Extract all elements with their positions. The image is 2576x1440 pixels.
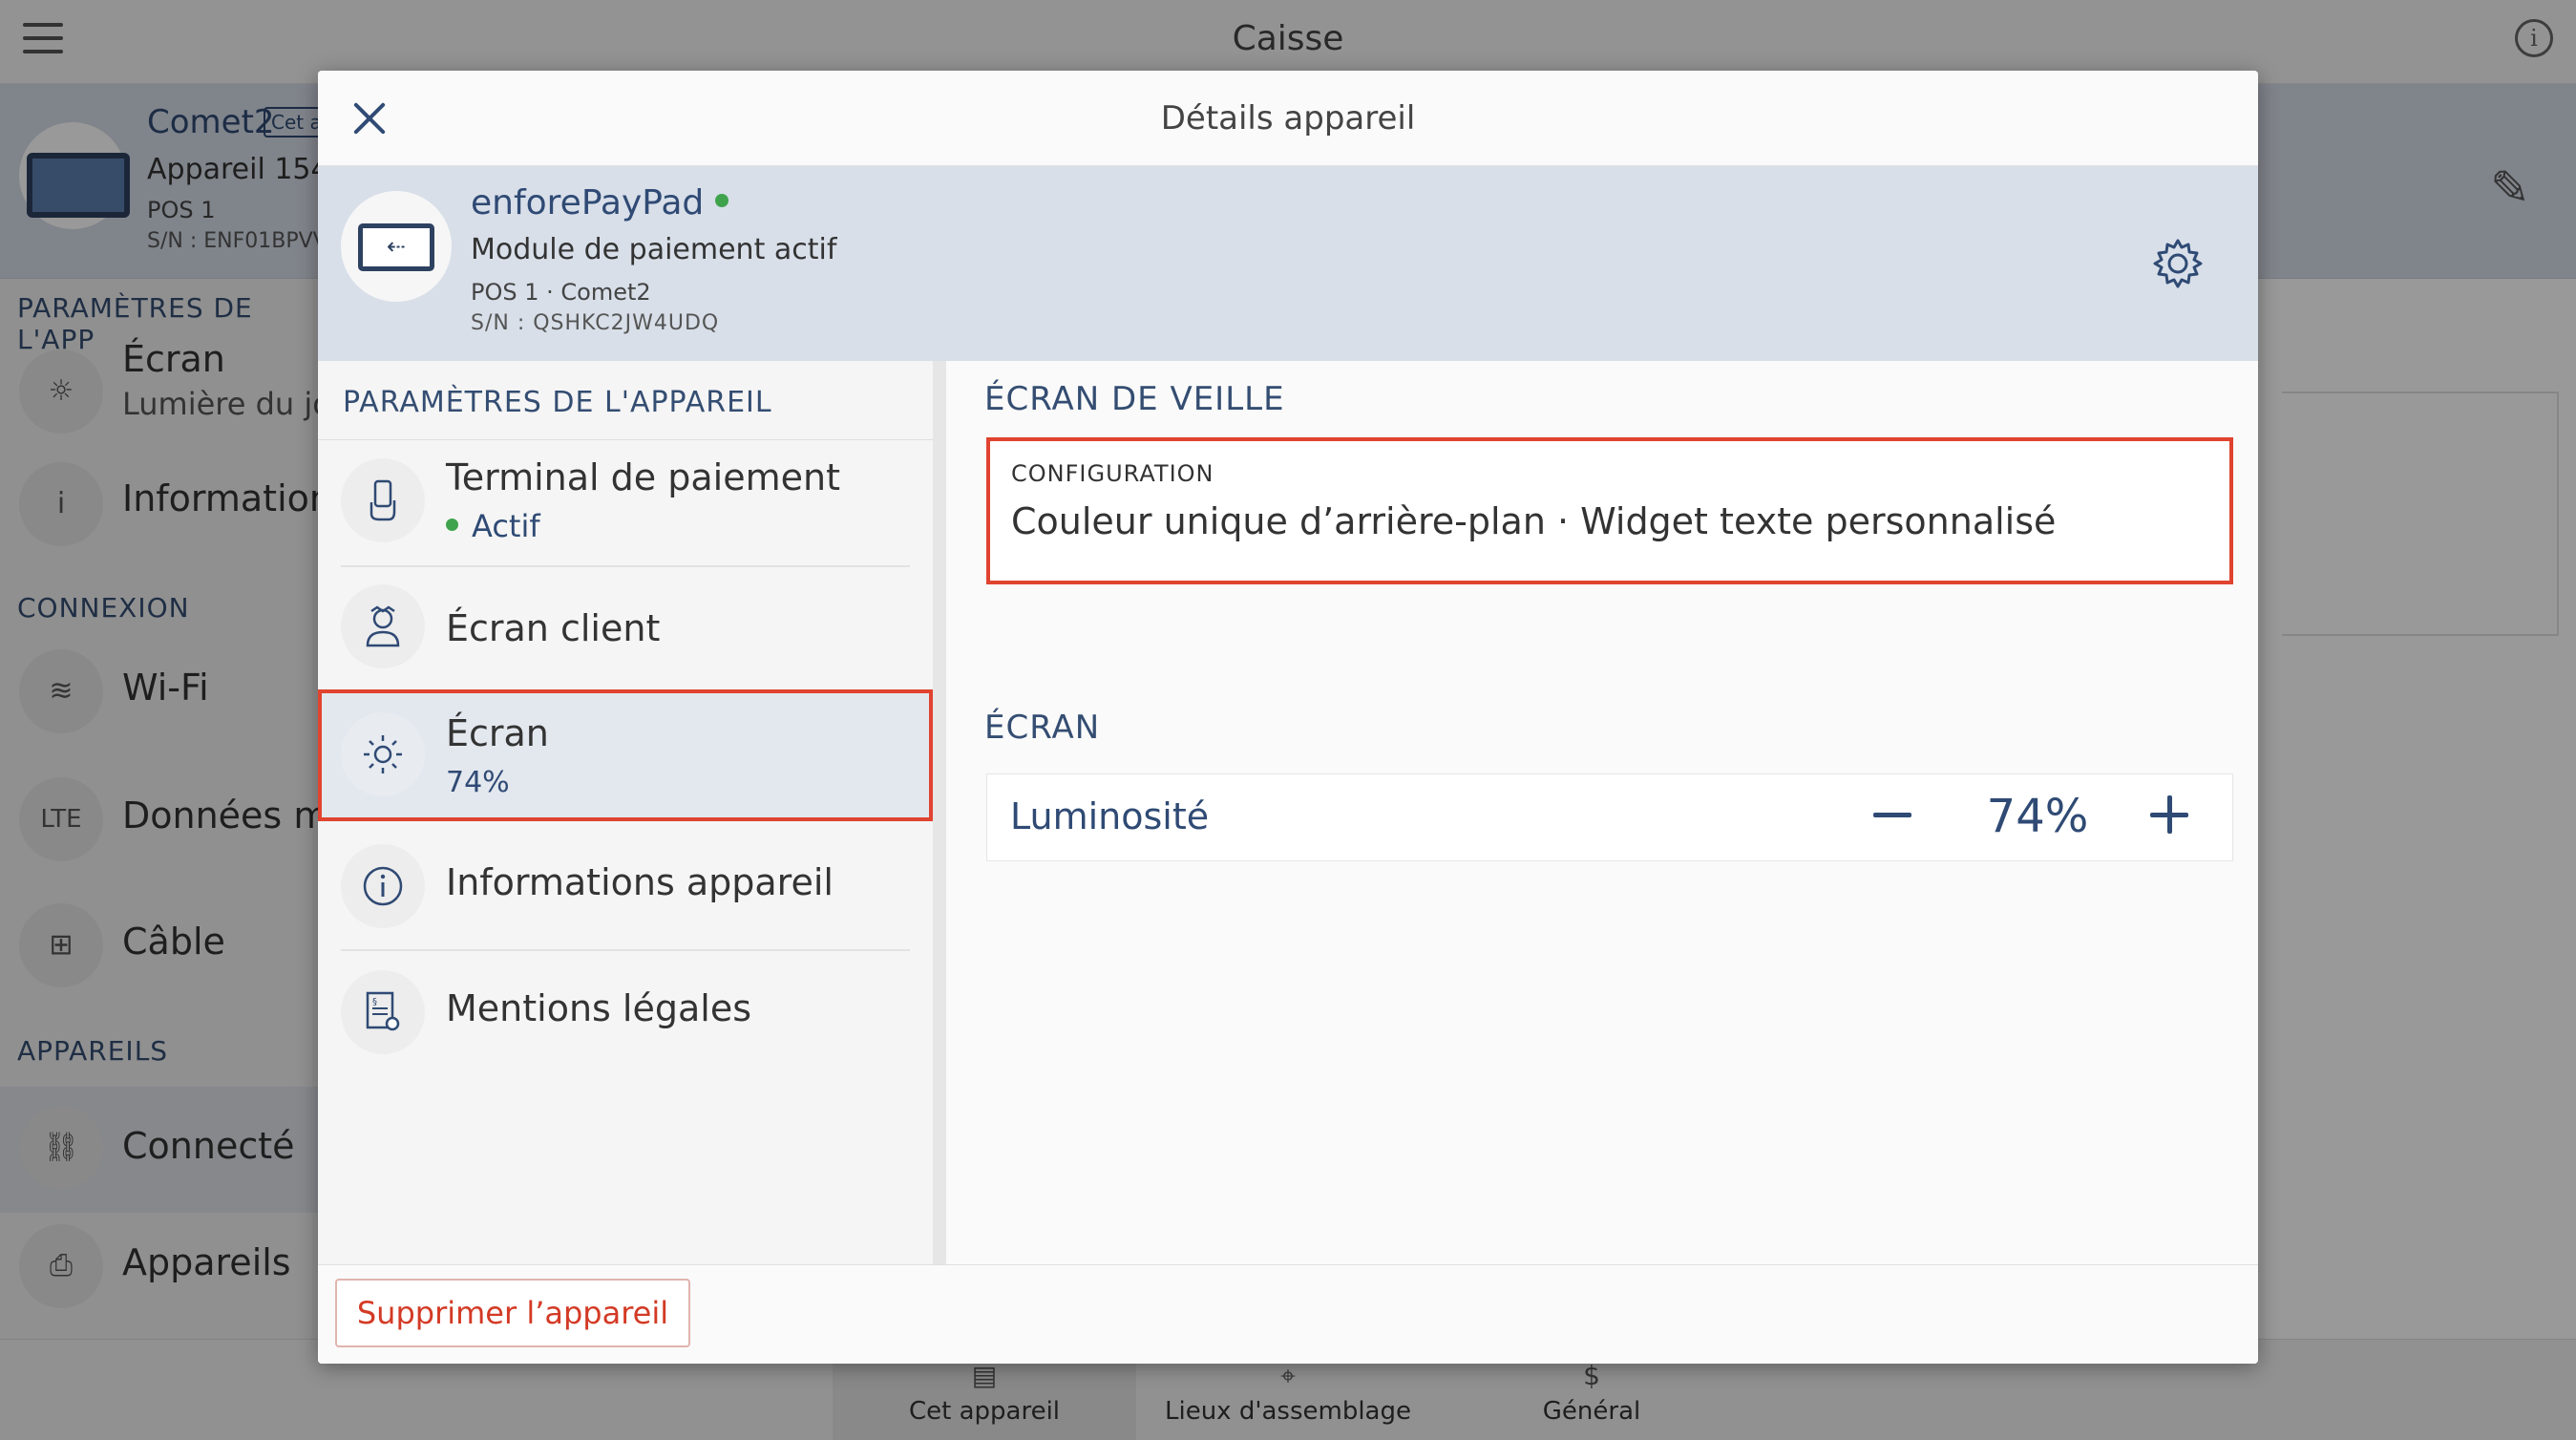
gear-icon[interactable] — [2149, 235, 2206, 292]
delete-device-button[interactable]: Supprimer l’appareil — [335, 1279, 690, 1347]
info-icon — [341, 844, 425, 928]
settings-item-status: Actif — [446, 508, 540, 544]
settings-item-label: Informations appareil — [446, 861, 834, 903]
modal-device-subtitle: Module de paiement actif — [471, 233, 837, 266]
usb-display-icon: ⇠ — [341, 191, 452, 302]
minus-icon[interactable] — [1873, 813, 1911, 817]
payment-terminal-icon — [341, 458, 425, 542]
legal-doc-icon: § — [341, 970, 425, 1054]
settings-item-mentions[interactable]: § Mentions légales — [318, 953, 933, 1075]
settings-item-sub: 74% — [446, 766, 510, 799]
modal-device-meta: POS 1 · Comet2 — [471, 279, 651, 306]
modal-header: Détails appareil — [318, 71, 2258, 166]
modal-device-card: ⇠ enforePayPad Module de paiement actif … — [318, 166, 2258, 361]
brightness-value: 74% — [1986, 790, 2089, 843]
settings-item-ecran[interactable]: Écran 74% — [318, 689, 933, 821]
settings-item-informations[interactable]: Informations appareil — [318, 823, 933, 951]
svg-text:§: § — [372, 997, 377, 1007]
divider — [318, 439, 933, 440]
section-ecran-veille: ÉCRAN DE VEILLE — [984, 380, 1285, 418]
status-dot — [715, 194, 729, 207]
config-value: Couleur unique d’arrière-plan · Widget t… — [1011, 500, 2057, 542]
modal-device-name-row: enforePayPad — [471, 183, 729, 222]
brightness-label: Luminosité — [1010, 795, 1210, 837]
settings-detail: ÉCRAN DE VEILLE CONFIGURATION Couleur un… — [960, 361, 2258, 1264]
modal-title: Détails appareil — [1160, 99, 1416, 138]
divider — [341, 565, 910, 567]
sun-icon — [341, 712, 425, 796]
settings-item-label: Terminal de paiement — [446, 456, 840, 498]
settings-section-title: PARAMÈTRES DE L'APPAREIL — [343, 386, 772, 419]
modal-device-name: enforePayPad — [471, 183, 705, 222]
modal-footer: Supprimer l’appareil — [318, 1264, 2258, 1364]
settings-item-label: Écran client — [446, 607, 661, 649]
screensaver-config-card[interactable]: CONFIGURATION Couleur unique d’arrière-p… — [986, 437, 2233, 584]
section-ecran: ÉCRAN — [984, 709, 1101, 747]
settings-item-label: Mentions légales — [446, 987, 751, 1029]
settings-list: PARAMÈTRES DE L'APPAREIL Terminal de pai… — [318, 361, 946, 1264]
settings-item-label: Écran — [446, 712, 549, 754]
settings-item-ecran-client[interactable]: Écran client — [318, 569, 933, 688]
settings-item-terminal[interactable]: Terminal de paiement Actif — [318, 441, 933, 567]
status-dot — [446, 518, 458, 531]
plus-icon[interactable] — [2150, 795, 2188, 834]
brightness-row: Luminosité 74% — [986, 773, 2233, 861]
divider — [341, 949, 910, 951]
device-details-modal: Détails appareil ⇠ enforePayPad Module d… — [318, 71, 2258, 1364]
config-key: CONFIGURATION — [1011, 460, 1214, 487]
modal-device-serial: S/N : QSHKC2JW4UDQ — [471, 311, 720, 335]
settings-item-sub: Actif — [472, 508, 540, 544]
customer-icon — [341, 584, 425, 668]
